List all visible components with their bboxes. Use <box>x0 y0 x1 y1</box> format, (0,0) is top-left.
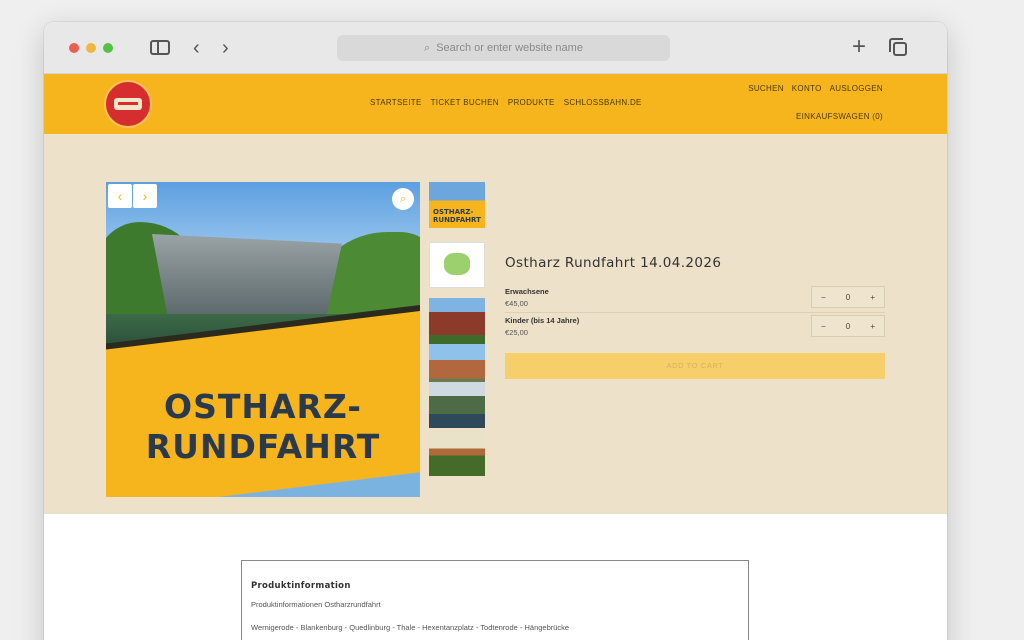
nav-produkte[interactable]: PRODUKTE <box>508 98 555 107</box>
site-logo[interactable] <box>104 80 152 128</box>
browser-toolbar: ‹ › ⌕ Search or enter website name + <box>44 22 947 74</box>
add-to-cart-button[interactable]: ADD TO CART <box>505 353 885 379</box>
info-title: Produktinformation <box>251 581 351 591</box>
site-header: STARTSEITE TICKET BUCHEN PRODUKTE SCHLOS… <box>44 74 947 134</box>
decrement-button[interactable]: − <box>821 293 826 302</box>
forward-icon[interactable]: › <box>222 36 229 60</box>
nav-ausloggen[interactable]: AUSLOGGEN <box>830 84 883 93</box>
address-bar[interactable]: ⌕ Search or enter website name <box>337 35 670 61</box>
tab-overview-icon[interactable] <box>889 38 907 56</box>
search-icon: ⌕ <box>424 41 431 54</box>
gallery-thumb-2[interactable] <box>429 242 485 288</box>
nav-ticket-buchen[interactable]: TICKET BUCHEN <box>431 98 499 107</box>
hero-title: OSTHARZ- RUNDFAHRT <box>106 387 420 467</box>
hero-title-line1: OSTHARZ- <box>164 387 362 426</box>
increment-button[interactable]: + <box>870 322 875 331</box>
nav-startseite[interactable]: STARTSEITE <box>370 98 422 107</box>
sidebar-toggle-icon[interactable] <box>150 40 170 55</box>
hero-dam <box>152 234 342 314</box>
address-placeholder: Search or enter website name <box>436 42 583 54</box>
quantity-stepper-kinder: − 0 + <box>811 315 885 337</box>
maximize-window-button[interactable] <box>103 43 113 53</box>
info-subtitle: Produktinformationen Ostharzrundfahrt <box>251 600 381 609</box>
decrement-button[interactable]: − <box>821 322 826 331</box>
back-icon[interactable]: ‹ <box>193 36 200 60</box>
browser-window: ‹ › ⌕ Search or enter website name + STA… <box>44 22 947 640</box>
quantity-value[interactable]: 0 <box>846 293 850 302</box>
thumb-title: OSTHARZ- RUNDFAHRT <box>433 208 481 224</box>
increment-button[interactable]: + <box>870 293 875 302</box>
new-tab-icon[interactable]: + <box>852 35 866 59</box>
info-route: Wernigerode - Blankenburg - Quedlinburg … <box>251 623 570 632</box>
nav-schlossbahn[interactable]: SCHLOSSBAHN.DE <box>564 98 642 107</box>
quantity-stepper-erwachsene: − 0 + <box>811 286 885 308</box>
zoom-icon[interactable]: ⌕ <box>392 188 414 210</box>
nav-konto[interactable]: KONTO <box>792 84 822 93</box>
gallery-prev-button[interactable]: ‹ <box>108 184 132 208</box>
cart-link[interactable]: EINKAUFSWAGEN (0) <box>796 112 883 121</box>
product-title: Ostharz Rundfahrt 14.04.2026 <box>505 255 722 271</box>
utility-nav: SUCHEN KONTO AUSLOGGEN <box>748 84 883 93</box>
gallery-next-button[interactable]: › <box>133 184 157 208</box>
hero-image[interactable]: OSTHARZ- RUNDFAHRT <box>106 182 420 497</box>
quantity-value[interactable]: 0 <box>846 322 850 331</box>
minimize-window-button[interactable] <box>86 43 96 53</box>
close-window-button[interactable] <box>69 43 79 53</box>
gallery-thumb-5[interactable] <box>429 382 485 428</box>
gallery-thumb-1[interactable]: OSTHARZ- RUNDFAHRT <box>429 182 485 228</box>
gallery-thumb-6[interactable] <box>429 430 485 476</box>
nav-suchen[interactable]: SUCHEN <box>748 84 784 93</box>
hero-title-line2: RUNDFAHRT <box>145 427 381 466</box>
product-info-box: Produktinformation Produktinformationen … <box>241 560 749 640</box>
gallery-thumb-3[interactable] <box>429 298 485 344</box>
main-nav: STARTSEITE TICKET BUCHEN PRODUKTE SCHLOS… <box>370 98 642 107</box>
